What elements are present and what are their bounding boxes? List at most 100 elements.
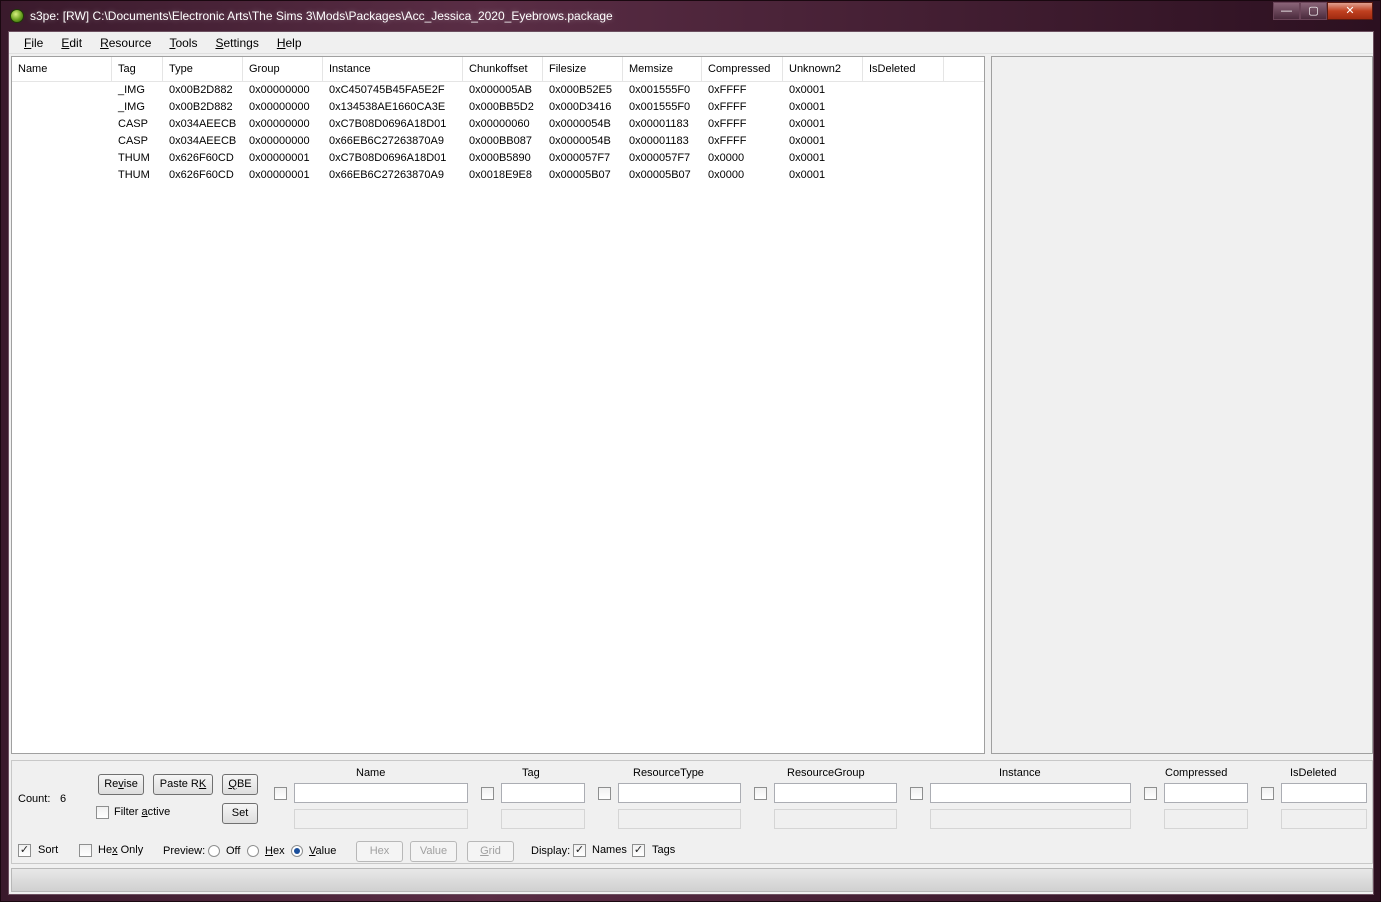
column-header-tag[interactable]: Tag <box>112 57 163 82</box>
table-row[interactable]: CASP 0x034AEECB 0x00000000 0x66EB6C27263870… <box>12 133 984 150</box>
preview-off-radio[interactable] <box>208 845 220 857</box>
resource-type-filter-input[interactable] <box>618 783 741 803</box>
column-header-chunkoffset[interactable]: Chunkoffset <box>463 57 543 82</box>
list-header: Name Tag Type Group Instance Chunkoffset… <box>12 57 984 82</box>
value-view-button[interactable]: Value <box>410 841 457 862</box>
cell-group: 0x00000000 <box>249 135 310 147</box>
cell-memsize: 0x000057F7 <box>629 152 691 164</box>
preview-label: Preview: <box>163 845 206 857</box>
cell-filesize: 0x0000054B <box>549 118 611 130</box>
cell-group: 0x00000001 <box>249 152 310 164</box>
cell-isdeleted <box>863 82 944 99</box>
column-header-group[interactable]: Group <box>243 57 323 82</box>
close-button[interactable]: ✕ <box>1327 2 1373 20</box>
name-filter-checkbox[interactable] <box>274 787 287 800</box>
cell-name <box>12 167 112 184</box>
column-header-filesize[interactable]: Filesize <box>543 57 623 82</box>
resource-group-filter-checkbox[interactable] <box>754 787 767 800</box>
minimize-button[interactable]: — <box>1273 2 1300 20</box>
count-value: 6 <box>60 793 67 805</box>
cell-filesize: 0x000057F7 <box>549 152 611 164</box>
window-title: s3pe: [RW] C:\Documents\Electronic Arts\… <box>30 9 613 23</box>
name-filter-input[interactable] <box>294 783 468 803</box>
preview-value-label-post: alue <box>315 845 337 857</box>
compressed-filter-input[interactable] <box>1164 783 1248 803</box>
menu-edit[interactable]: Edit <box>52 36 91 50</box>
compressed-filter-checkbox[interactable] <box>1144 787 1157 800</box>
resource-list[interactable]: Name Tag Type Group Instance Chunkoffset… <box>11 56 985 754</box>
preview-hex-radio[interactable] <box>247 845 259 857</box>
resource-type-filter-checkbox[interactable] <box>598 787 611 800</box>
paste-rk-button[interactable]: Paste RK <box>153 774 213 795</box>
table-row[interactable]: _IMG 0x00B2D882 0x00000000 0xC450745B45FA5E… <box>12 82 984 99</box>
column-header-compressed[interactable]: Compressed <box>702 57 783 82</box>
preview-hex-label-post: ex <box>272 845 285 857</box>
cell-compressed: 0x0000 <box>708 169 745 181</box>
grid-button-hotkey: G <box>480 845 489 857</box>
client-area: File Edit Resource Tools Settings Help N… <box>8 31 1374 895</box>
instance-filter-checkbox[interactable] <box>910 787 923 800</box>
grid-view-button[interactable]: Grid <box>467 841 514 862</box>
menu-file[interactable]: File <box>15 36 52 50</box>
hex-view-button[interactable]: Hex <box>356 841 403 862</box>
grid-button-label-post: rid <box>488 845 501 857</box>
cell-instance: 0x134538AE1660CA3E <box>329 101 446 113</box>
column-header-instance[interactable]: Instance <box>323 57 463 82</box>
cell-compressed: 0x0000 <box>708 152 745 164</box>
cell-group: 0x00000001 <box>249 169 310 181</box>
table-row[interactable]: THUM 0x626F60CD 0x00000001 0xC7B08D0696A18D… <box>12 150 984 167</box>
cell-filesize: 0x0000054B <box>549 135 611 147</box>
cell-instance: 0xC7B08D0696A18D01 <box>329 118 447 130</box>
menu-resource[interactable]: Resource <box>91 36 160 50</box>
tag-field-label: Tag <box>522 767 540 779</box>
menu-help[interactable]: Help <box>268 36 311 50</box>
sort-checkbox[interactable]: ✓ <box>18 844 31 857</box>
isdeleted-field-label: IsDeleted <box>1290 767 1337 779</box>
revise-button[interactable]: Revise <box>98 774 144 795</box>
filter-active-checkbox[interactable] <box>96 806 109 819</box>
resource-type-current-value <box>618 809 741 829</box>
menu-edit-label: dit <box>69 35 83 50</box>
qbe-button[interactable]: QBE <box>222 774 258 795</box>
app-icon[interactable] <box>10 9 24 23</box>
tags-checkbox[interactable]: ✓ <box>632 844 645 857</box>
cell-tag: _IMG <box>118 84 145 96</box>
hex-only-label-pre: He <box>98 844 113 856</box>
cell-chunkoffset: 0x000BB5D2 <box>469 101 534 113</box>
table-row[interactable]: _IMG 0x00B2D882 0x00000000 0x134538AE1660CA… <box>12 99 984 116</box>
name-field-label: Name <box>356 767 386 779</box>
cell-name <box>12 99 112 116</box>
cell-group: 0x00000000 <box>249 101 310 113</box>
title-bar[interactable]: s3pe: [RW] C:\Documents\Electronic Arts\… <box>1 1 1380 31</box>
cell-chunkoffset: 0x000BB087 <box>469 135 532 147</box>
tag-filter-checkbox[interactable] <box>481 787 494 800</box>
names-checkbox[interactable]: ✓ <box>573 844 586 857</box>
cell-unknown2: 0x0001 <box>789 152 826 164</box>
column-header-name[interactable]: Name <box>12 57 112 82</box>
column-header-isdeleted[interactable]: IsDeleted <box>863 57 944 82</box>
preview-value-radio[interactable] <box>291 845 303 857</box>
instance-field-label: Instance <box>999 767 1041 779</box>
cell-isdeleted <box>863 167 944 184</box>
column-header-type[interactable]: Type <box>163 57 243 82</box>
maximize-button[interactable]: ▢ <box>1300 2 1327 20</box>
isdeleted-filter-input[interactable] <box>1281 783 1367 803</box>
hex-only-checkbox[interactable] <box>79 844 92 857</box>
tag-filter-input[interactable] <box>501 783 585 803</box>
isdeleted-filter-checkbox[interactable] <box>1261 787 1274 800</box>
column-header-memsize[interactable]: Memsize <box>623 57 702 82</box>
count-label: Count: <box>18 793 51 805</box>
qbe-label-hotkey: Q <box>228 778 237 790</box>
instance-filter-input[interactable] <box>930 783 1131 803</box>
menu-settings[interactable]: Settings <box>206 36 267 50</box>
cell-memsize: 0x00001183 <box>629 118 689 130</box>
cell-chunkoffset: 0x00000060 <box>469 118 530 130</box>
table-row[interactable]: THUM 0x626F60CD 0x00000001 0x66EB6C27263870… <box>12 167 984 184</box>
preview-off-label: Off <box>226 845 241 857</box>
table-row[interactable]: CASP 0x034AEECB 0x00000000 0xC7B08D0696A18D… <box>12 116 984 133</box>
set-button[interactable]: Set <box>222 803 258 824</box>
column-header-unknown2[interactable]: Unknown2 <box>783 57 863 82</box>
menu-tools[interactable]: Tools <box>160 36 206 50</box>
cell-memsize: 0x001555F0 <box>629 101 691 113</box>
resource-group-filter-input[interactable] <box>774 783 897 803</box>
